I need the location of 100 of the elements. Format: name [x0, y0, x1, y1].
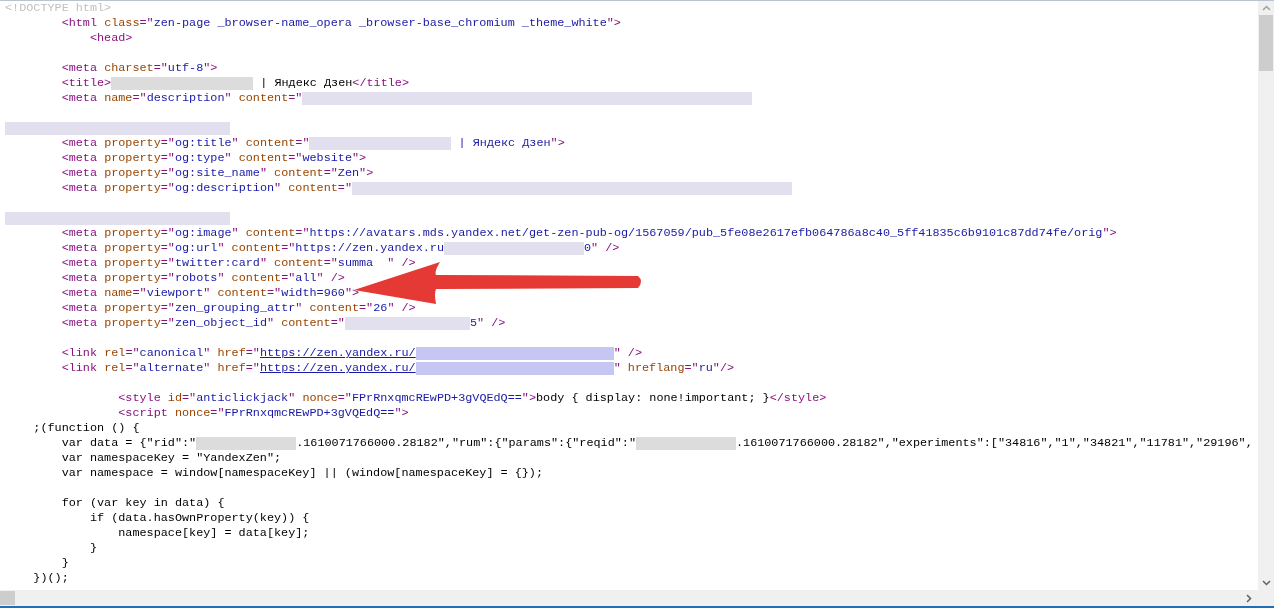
code-token: content	[231, 271, 282, 286]
scroll-right-icon[interactable]	[1246, 593, 1252, 603]
code-token: ="	[245, 361, 260, 376]
code-token: canonical	[139, 346, 204, 361]
scrollbar-thumb[interactable]	[0, 591, 15, 605]
code-token: content	[238, 91, 289, 106]
code-token: content	[238, 151, 289, 166]
code-token: og:url	[174, 241, 218, 256]
code-token: " />	[591, 241, 620, 256]
code-token: | Яндекс Дзен	[457, 136, 551, 151]
scrollbar-thumb[interactable]	[1259, 15, 1273, 71]
code-token: property	[104, 136, 161, 151]
code-token: ="	[160, 151, 175, 166]
code-token: ="	[125, 346, 140, 361]
code-token: " />	[386, 256, 416, 271]
code-token: "	[231, 226, 240, 241]
code-token: utf-8	[167, 61, 204, 76]
code-token: ">	[550, 136, 565, 151]
code-token: <head>	[88, 31, 133, 46]
code-token: "/>	[712, 361, 735, 376]
code-token: content	[217, 286, 267, 301]
code-token: namespace[key] = data[key];	[117, 526, 310, 541]
vertical-scrollbar[interactable]	[1258, 1, 1274, 590]
code-token: property	[104, 241, 161, 256]
code-token: <meta	[60, 301, 99, 316]
code-token: href	[217, 361, 246, 376]
code-token: ="	[132, 286, 147, 301]
code-token: property	[104, 226, 161, 241]
code-token: .1610071766000.28182","rum":{"params":{"reqid":"	[296, 436, 636, 451]
code-token: ="	[160, 181, 175, 196]
code-token: ">	[1102, 226, 1117, 241]
code-token: "	[224, 91, 233, 106]
code-token: <meta	[60, 271, 99, 286]
code-token: <meta	[60, 136, 99, 151]
code-token: "	[259, 166, 268, 181]
code-token: " />	[316, 271, 345, 286]
code-token: ="	[323, 256, 338, 271]
code-token: <meta	[60, 241, 99, 256]
code-token: ="	[684, 361, 699, 376]
code-token: <script	[117, 406, 169, 421]
code-token: content	[274, 166, 324, 181]
code-token: name	[104, 91, 133, 106]
code-token: "	[274, 181, 283, 196]
code-token: nonce	[174, 406, 211, 421]
code-token: 5	[469, 316, 477, 331]
code-token: all	[295, 271, 317, 286]
code-token: | Яндекс Дзен	[259, 76, 353, 91]
code-token: "	[217, 241, 226, 256]
horizontal-scrollbar[interactable]	[0, 590, 1274, 606]
code-token: https://zen.yandex.ru	[295, 241, 444, 256]
code-token: ="	[210, 406, 225, 421]
code-token: 26	[373, 301, 388, 316]
code-token: ;(function () {	[32, 421, 140, 436]
code-token: <meta	[60, 61, 99, 76]
code-token: " />	[613, 346, 642, 361]
code-token: robots	[174, 271, 218, 286]
code-token: alternate	[139, 361, 204, 376]
code-token: og:description	[174, 181, 275, 196]
code-token: <link	[60, 346, 99, 361]
code-token: content	[288, 181, 338, 196]
code-token: content	[274, 256, 324, 271]
code-token: og:image	[174, 226, 232, 241]
code-token: var namespace = window[namespaceKey] || (window[namespaceKey] = {});	[60, 466, 544, 481]
code-token: ="	[160, 166, 175, 181]
code-token: "	[295, 301, 304, 316]
code-token: content	[245, 226, 296, 241]
code-token: og:type	[174, 151, 225, 166]
scroll-down-icon[interactable]	[1261, 580, 1271, 586]
code-token: <meta	[60, 181, 99, 196]
code-token: property	[104, 301, 161, 316]
source-link[interactable]: https://zen.yandex.ru/	[259, 361, 416, 376]
code-token: ="	[337, 181, 352, 196]
code-token: ="	[267, 286, 282, 301]
code-token: website	[302, 151, 352, 166]
code-token: for (var key in data) {	[60, 496, 225, 511]
code-token: "	[266, 316, 276, 331]
code-token: anticlickjack	[196, 391, 289, 406]
code-token: ="	[139, 16, 154, 31]
code-token: ">	[344, 286, 360, 301]
code-token: <meta	[60, 226, 99, 241]
code-token: zen_object_id	[174, 316, 267, 331]
code-token: ="	[281, 241, 296, 256]
code-token: property	[104, 151, 161, 166]
code-token: ="	[245, 346, 260, 361]
code-token: <meta	[60, 166, 99, 181]
source-link[interactable]: https://zen.yandex.ru/	[259, 346, 416, 361]
code-token: ">	[606, 16, 621, 31]
code-token: property	[104, 256, 161, 271]
code-token: <html	[60, 16, 99, 31]
code-token: content	[245, 136, 296, 151]
code-token: ="	[125, 361, 140, 376]
code-token: viewport	[146, 286, 204, 301]
code-token: <!DOCTYPE html>	[5, 1, 112, 16]
code-token: ="	[160, 271, 175, 286]
code-token: width=960	[281, 286, 345, 301]
scroll-up-icon[interactable]	[1261, 5, 1271, 11]
code-token: ="	[295, 226, 310, 241]
code-token: "	[224, 151, 233, 166]
code-token: "	[203, 361, 212, 376]
code-token: "	[288, 391, 297, 406]
